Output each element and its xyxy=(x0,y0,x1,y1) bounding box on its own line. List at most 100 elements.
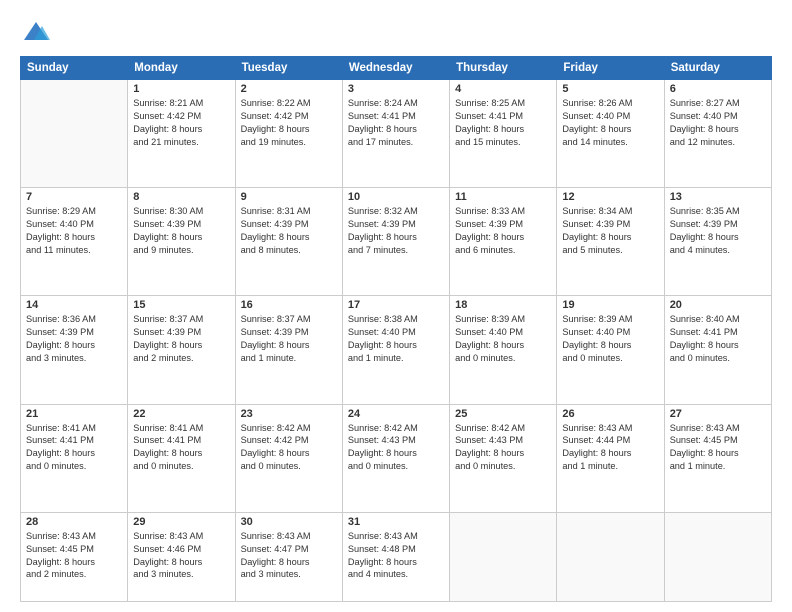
week-row-2: 7Sunrise: 8:29 AMSunset: 4:40 PMDaylight… xyxy=(21,188,772,296)
day-info: Sunrise: 8:42 AMSunset: 4:42 PMDaylight:… xyxy=(241,422,337,474)
calendar-cell: 2 Sunrise: 8:22 AMSunset: 4:42 PMDaylight… xyxy=(235,80,342,188)
day-number: 24 xyxy=(348,408,444,420)
week-row-4: 21 Sunrise: 8:41 AMSunset: 4:41 PMDayligh… xyxy=(21,404,772,512)
weekday-header-friday: Friday xyxy=(557,57,664,80)
calendar-cell: 26 Sunrise: 8:43 AMSunset: 4:44 PMDayligh… xyxy=(557,404,664,512)
logo xyxy=(20,18,50,46)
day-number: 17 xyxy=(348,299,444,311)
day-number: 9 xyxy=(241,191,337,203)
day-info: Sunrise: 8:26 AMSunset: 4:40 PMDaylight:… xyxy=(562,97,658,149)
day-number: 13 xyxy=(670,191,766,203)
day-info: Sunrise: 8:38 AMSunset: 4:40 PMDaylight:… xyxy=(348,313,444,365)
day-number: 16 xyxy=(241,299,337,311)
day-info: Sunrise: 8:40 AMSunset: 4:41 PMDaylight:… xyxy=(670,313,766,365)
calendar-cell: 29 Sunrise: 8:43 AMSunset: 4:46 PMDayligh… xyxy=(128,512,235,601)
calendar-cell xyxy=(21,80,128,188)
day-number: 23 xyxy=(241,408,337,420)
calendar-cell: 3Sunrise: 8:24 AMSunset: 4:41 PMDaylight… xyxy=(342,80,449,188)
day-number: 2 xyxy=(241,83,337,95)
weekday-header-thursday: Thursday xyxy=(450,57,557,80)
day-info: Sunrise: 8:42 AMSunset: 4:43 PMDaylight:… xyxy=(455,422,551,474)
calendar-cell: 4Sunrise: 8:25 AMSunset: 4:41 PMDaylight… xyxy=(450,80,557,188)
calendar-cell: 20Sunrise: 8:40 AMSunset: 4:41 PMDayligh… xyxy=(664,296,771,404)
calendar-cell: 17 Sunrise: 8:38 AMSunset: 4:40 PMDayligh… xyxy=(342,296,449,404)
day-number: 25 xyxy=(455,408,551,420)
day-info: Sunrise: 8:37 AMSunset: 4:39 PMDaylight:… xyxy=(241,313,337,365)
day-number: 26 xyxy=(562,408,658,420)
day-number: 29 xyxy=(133,516,229,528)
calendar-cell: 23 Sunrise: 8:42 AMSunset: 4:42 PMDayligh… xyxy=(235,404,342,512)
day-info: Sunrise: 8:24 AMSunset: 4:41 PMDaylight:… xyxy=(348,97,444,149)
calendar-cell: 13 Sunrise: 8:35 AMSunset: 4:39 PMDayligh… xyxy=(664,188,771,296)
day-number: 15 xyxy=(133,299,229,311)
day-info: Sunrise: 8:37 AMSunset: 4:39 PMDaylight:… xyxy=(133,313,229,365)
weekday-header-wednesday: Wednesday xyxy=(342,57,449,80)
week-row-5: 28 Sunrise: 8:43 AMSunset: 4:45 PMDayligh… xyxy=(21,512,772,601)
day-info: Sunrise: 8:29 AMSunset: 4:40 PMDaylight:… xyxy=(26,205,122,257)
day-number: 27 xyxy=(670,408,766,420)
day-info: Sunrise: 8:41 AMSunset: 4:41 PMDaylight:… xyxy=(133,422,229,474)
calendar-cell: 22 Sunrise: 8:41 AMSunset: 4:41 PMDayligh… xyxy=(128,404,235,512)
day-info: Sunrise: 8:32 AMSunset: 4:39 PMDaylight:… xyxy=(348,205,444,257)
day-info: Sunrise: 8:41 AMSunset: 4:41 PMDaylight:… xyxy=(26,422,122,474)
weekday-header-saturday: Saturday xyxy=(664,57,771,80)
day-number: 22 xyxy=(133,408,229,420)
calendar-cell: 6 Sunrise: 8:27 AMSunset: 4:40 PMDaylight… xyxy=(664,80,771,188)
day-info: Sunrise: 8:39 AMSunset: 4:40 PMDaylight:… xyxy=(562,313,658,365)
calendar-table: SundayMondayTuesdayWednesdayThursdayFrid… xyxy=(20,56,772,602)
day-info: Sunrise: 8:43 AMSunset: 4:45 PMDaylight:… xyxy=(670,422,766,474)
calendar-cell: 24 Sunrise: 8:42 AMSunset: 4:43 PMDayligh… xyxy=(342,404,449,512)
day-info: Sunrise: 8:43 AMSunset: 4:45 PMDaylight:… xyxy=(26,530,122,582)
day-number: 30 xyxy=(241,516,337,528)
calendar-cell: 31 Sunrise: 8:43 AMSunset: 4:48 PMDayligh… xyxy=(342,512,449,601)
week-row-3: 14 Sunrise: 8:36 AMSunset: 4:39 PMDayligh… xyxy=(21,296,772,404)
day-number: 19 xyxy=(562,299,658,311)
day-number: 28 xyxy=(26,516,122,528)
calendar-cell: 25 Sunrise: 8:42 AMSunset: 4:43 PMDayligh… xyxy=(450,404,557,512)
day-info: Sunrise: 8:30 AMSunset: 4:39 PMDaylight:… xyxy=(133,205,229,257)
day-number: 31 xyxy=(348,516,444,528)
day-number: 8 xyxy=(133,191,229,203)
day-info: Sunrise: 8:43 AMSunset: 4:47 PMDaylight:… xyxy=(241,530,337,582)
calendar-cell: 8 Sunrise: 8:30 AMSunset: 4:39 PMDaylight… xyxy=(128,188,235,296)
week-row-1: 1 Sunrise: 8:21 AMSunset: 4:42 PMDaylight… xyxy=(21,80,772,188)
day-info: Sunrise: 8:42 AMSunset: 4:43 PMDaylight:… xyxy=(348,422,444,474)
weekday-header-row: SundayMondayTuesdayWednesdayThursdayFrid… xyxy=(21,57,772,80)
calendar-cell: 30 Sunrise: 8:43 AMSunset: 4:47 PMDayligh… xyxy=(235,512,342,601)
calendar-cell: 21 Sunrise: 8:41 AMSunset: 4:41 PMDayligh… xyxy=(21,404,128,512)
day-info: Sunrise: 8:27 AMSunset: 4:40 PMDaylight:… xyxy=(670,97,766,149)
logo-icon xyxy=(22,18,50,46)
day-number: 10 xyxy=(348,191,444,203)
day-number: 21 xyxy=(26,408,122,420)
calendar-cell xyxy=(557,512,664,601)
calendar-cell: 5 Sunrise: 8:26 AMSunset: 4:40 PMDaylight… xyxy=(557,80,664,188)
day-number: 5 xyxy=(562,83,658,95)
calendar-cell: 27 Sunrise: 8:43 AMSunset: 4:45 PMDayligh… xyxy=(664,404,771,512)
calendar-cell: 18Sunrise: 8:39 AMSunset: 4:40 PMDayligh… xyxy=(450,296,557,404)
day-info: Sunrise: 8:43 AMSunset: 4:44 PMDaylight:… xyxy=(562,422,658,474)
calendar-cell: 7Sunrise: 8:29 AMSunset: 4:40 PMDaylight… xyxy=(21,188,128,296)
calendar-cell: 15 Sunrise: 8:37 AMSunset: 4:39 PMDayligh… xyxy=(128,296,235,404)
calendar-cell: 19 Sunrise: 8:39 AMSunset: 4:40 PMDayligh… xyxy=(557,296,664,404)
day-info: Sunrise: 8:36 AMSunset: 4:39 PMDaylight:… xyxy=(26,313,122,365)
header xyxy=(20,18,772,46)
day-info: Sunrise: 8:31 AMSunset: 4:39 PMDaylight:… xyxy=(241,205,337,257)
calendar-cell: 10 Sunrise: 8:32 AMSunset: 4:39 PMDayligh… xyxy=(342,188,449,296)
weekday-header-monday: Monday xyxy=(128,57,235,80)
day-number: 14 xyxy=(26,299,122,311)
day-info: Sunrise: 8:22 AMSunset: 4:42 PMDaylight:… xyxy=(241,97,337,149)
day-number: 6 xyxy=(670,83,766,95)
day-info: Sunrise: 8:25 AMSunset: 4:41 PMDaylight:… xyxy=(455,97,551,149)
day-info: Sunrise: 8:43 AMSunset: 4:46 PMDaylight:… xyxy=(133,530,229,582)
calendar-cell: 11Sunrise: 8:33 AMSunset: 4:39 PMDayligh… xyxy=(450,188,557,296)
day-info: Sunrise: 8:35 AMSunset: 4:39 PMDaylight:… xyxy=(670,205,766,257)
day-info: Sunrise: 8:21 AMSunset: 4:42 PMDaylight:… xyxy=(133,97,229,149)
day-info: Sunrise: 8:43 AMSunset: 4:48 PMDaylight:… xyxy=(348,530,444,582)
day-number: 18 xyxy=(455,299,551,311)
day-number: 1 xyxy=(133,83,229,95)
calendar-cell: 28 Sunrise: 8:43 AMSunset: 4:45 PMDayligh… xyxy=(21,512,128,601)
calendar-cell: 9 Sunrise: 8:31 AMSunset: 4:39 PMDaylight… xyxy=(235,188,342,296)
day-info: Sunrise: 8:33 AMSunset: 4:39 PMDaylight:… xyxy=(455,205,551,257)
calendar-cell: 12Sunrise: 8:34 AMSunset: 4:39 PMDayligh… xyxy=(557,188,664,296)
weekday-header-tuesday: Tuesday xyxy=(235,57,342,80)
